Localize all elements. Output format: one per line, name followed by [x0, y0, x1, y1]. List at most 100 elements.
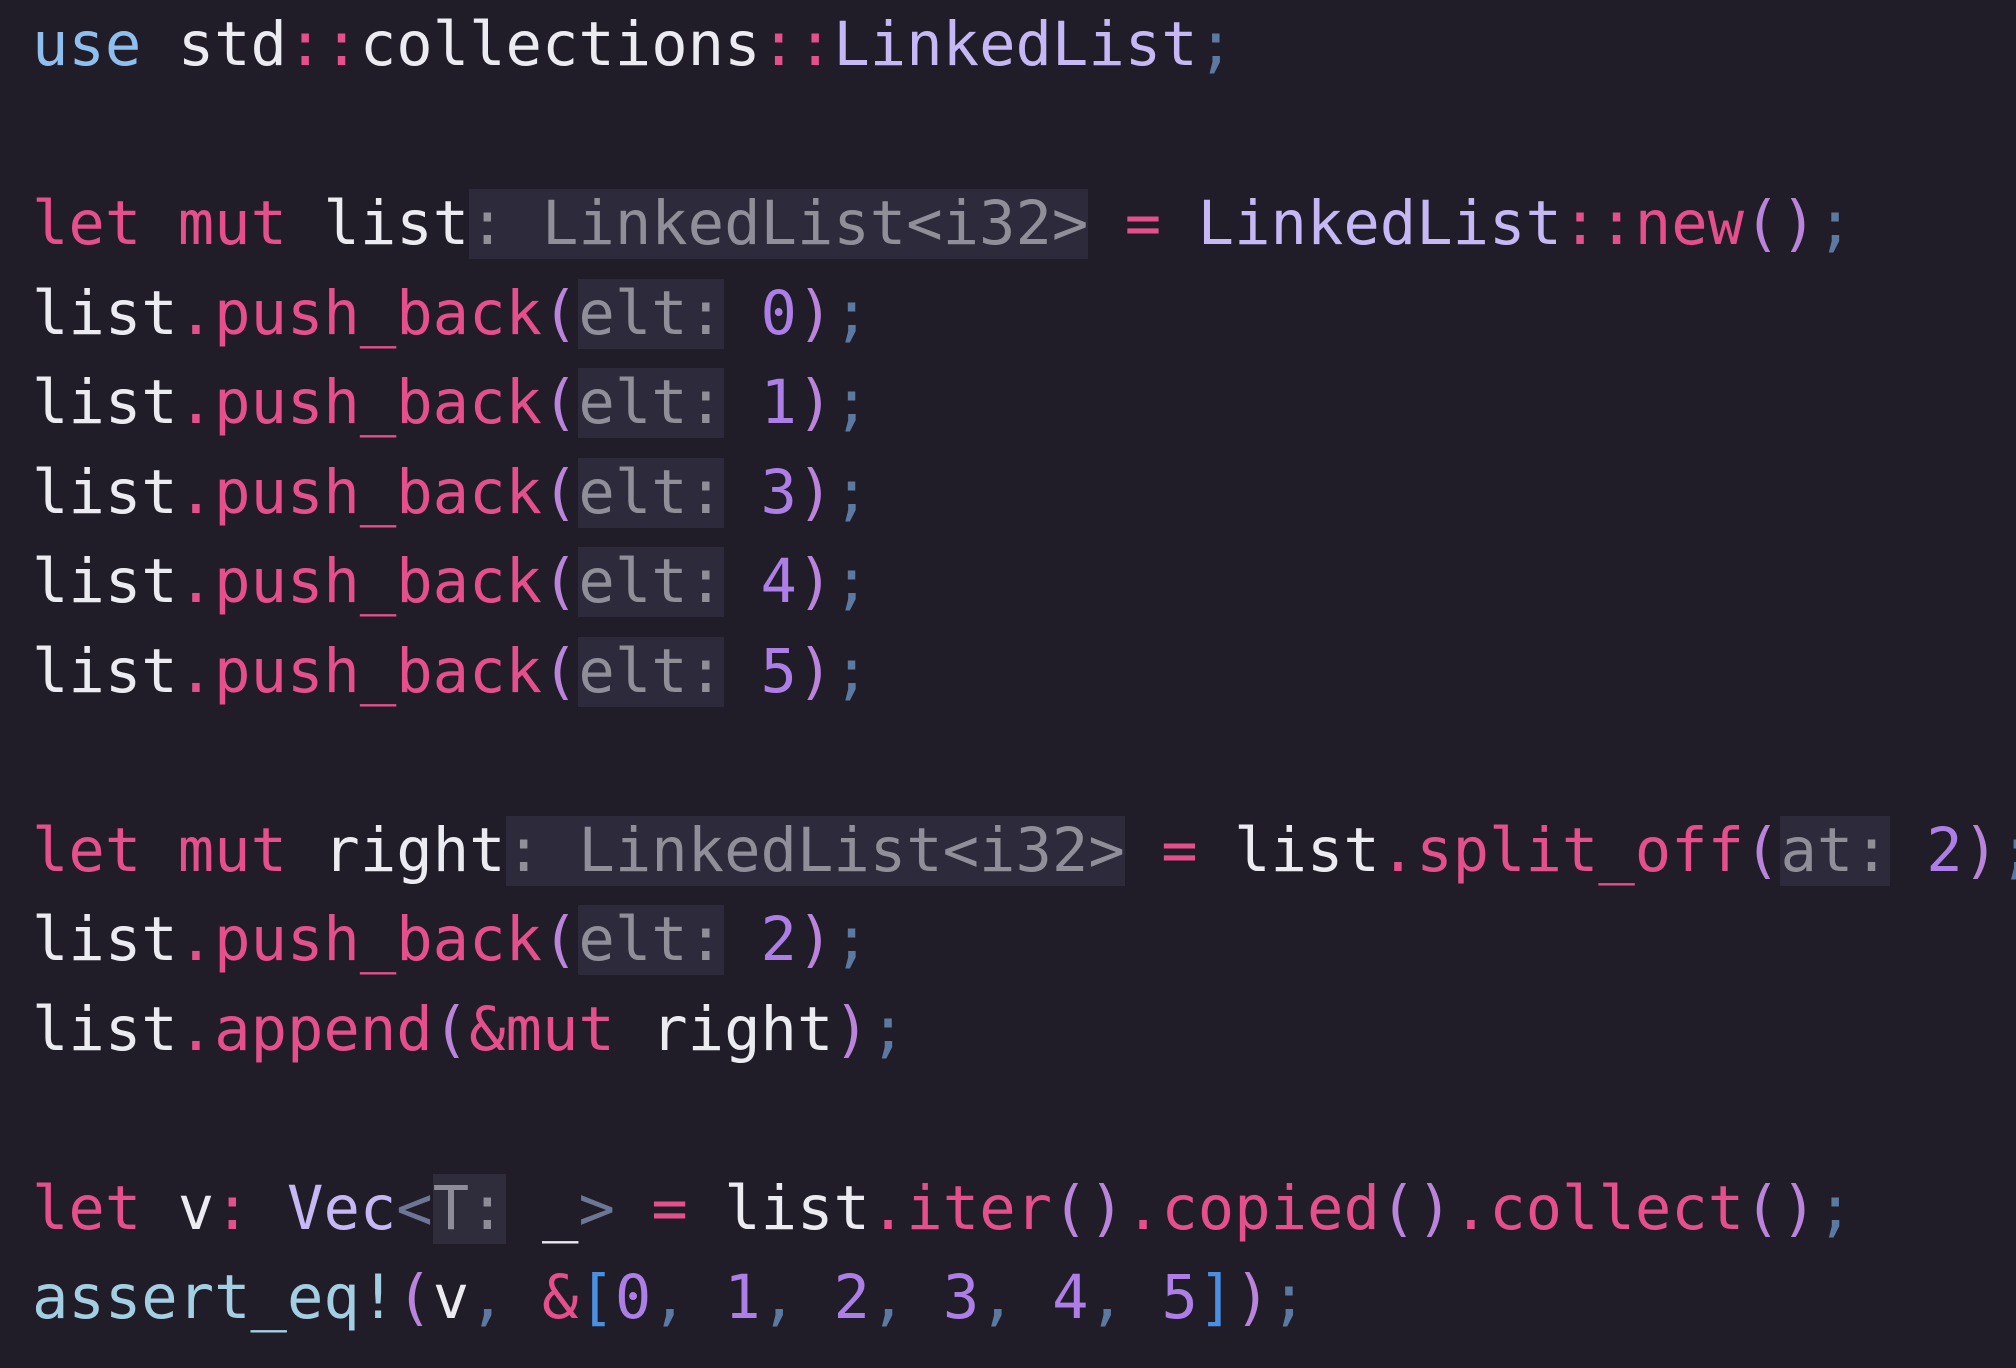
code-token: LinkedList	[1197, 189, 1562, 259]
code-token: ;	[1817, 1173, 1854, 1244]
code-token: ;	[833, 636, 870, 707]
code-token: list	[32, 457, 178, 528]
code-line[interactable]: use std::collections::LinkedList;	[32, 0, 1234, 90]
code-token: )	[796, 368, 834, 438]
code-line[interactable]: list.push_back(elt: 1);	[32, 358, 870, 448]
code-token: list	[32, 278, 178, 349]
inlay-hint: elt:	[578, 278, 725, 349]
code-line[interactable]: list.push_back(elt: 0);	[32, 269, 870, 359]
code-token: right	[614, 994, 834, 1065]
code-token: .	[177, 547, 215, 617]
code-token: mut	[177, 815, 287, 886]
code-token: &mut	[469, 994, 615, 1065]
code-token: ()	[1052, 1173, 1125, 1244]
code-editor[interactable]: use std::collections::LinkedList;let mut…	[0, 0, 2016, 1368]
code-token: =	[1124, 189, 1162, 259]
code-line[interactable]: list.append(&mut right);	[32, 985, 906, 1075]
code-token: 0	[760, 278, 797, 349]
code-token: push_back	[214, 278, 542, 349]
code-token: push_back	[214, 905, 542, 975]
code-token: >	[578, 1173, 615, 1244]
code-line[interactable]: assert_eq!(v, &[0, 1, 2, 3, 4, 5]);	[32, 1253, 1307, 1343]
code-token: ;	[833, 278, 870, 349]
code-token: append	[214, 994, 433, 1065]
code-line[interactable]: list.push_back(elt: 5);	[32, 627, 870, 717]
code-token: v	[141, 1173, 215, 1244]
code-token: ,	[651, 1263, 688, 1333]
code-token: list	[32, 636, 178, 707]
code-token: list	[32, 368, 178, 438]
code-token: .	[177, 368, 215, 438]
code-token: .	[177, 457, 215, 528]
code-line[interactable]: list.push_back(elt: 4);	[32, 537, 870, 627]
code-token: ::	[760, 10, 834, 80]
code-token: ,	[1088, 1263, 1125, 1333]
code-token: (	[541, 905, 579, 975]
code-token: (	[541, 278, 579, 349]
code-token: .	[177, 994, 215, 1065]
code-token: ;	[869, 994, 907, 1065]
code-token: 1	[724, 1263, 761, 1333]
inlay-hint: : LinkedList<i32>	[469, 189, 1089, 259]
code-token: 3	[760, 457, 797, 528]
code-line[interactable]: let v: Vec<T: _> = list.iter().copied().…	[32, 1164, 1853, 1254]
code-token: LinkedList	[833, 10, 1198, 80]
code-token: (	[541, 547, 579, 617]
code-token: collections	[359, 10, 761, 80]
code-token: )	[796, 278, 834, 349]
code-token: Vec	[287, 1173, 397, 1244]
code-token: &	[542, 1263, 579, 1333]
code-line[interactable]: let mut right: LinkedList<i32> = list.sp…	[32, 806, 2016, 896]
code-token: 4	[760, 547, 797, 617]
code-token: list	[287, 189, 470, 259]
code-token: )	[796, 636, 834, 707]
code-token: right	[287, 815, 506, 886]
code-line[interactable]: let mut list: LinkedList<i32> = LinkedLi…	[32, 179, 1853, 269]
code-token: v	[432, 1263, 470, 1333]
code-token: (	[541, 368, 579, 438]
code-token: copied	[1161, 1173, 1380, 1244]
code-token: assert_eq!	[32, 1263, 397, 1333]
code-token: )	[1234, 1263, 1271, 1333]
code-token: .	[1452, 1173, 1490, 1244]
code-token: ()	[1744, 1173, 1818, 1244]
code-token: ;	[1816, 189, 1854, 259]
code-token: 5	[760, 636, 797, 707]
code-token: .	[177, 278, 215, 349]
code-token: push_back	[214, 547, 542, 617]
code-token: .	[1124, 1173, 1162, 1244]
code-token: )	[796, 547, 834, 617]
code-token: ;	[1270, 1263, 1308, 1333]
code-token: list	[1197, 815, 1380, 886]
code-line[interactable]: list.push_back(elt: 2);	[32, 895, 870, 985]
code-token: =	[651, 1173, 688, 1244]
code-token: )	[1962, 815, 2000, 886]
code-token: 2	[760, 905, 797, 975]
code-token: )	[796, 457, 834, 528]
inlay-hint: elt:	[578, 368, 725, 438]
inlay-hint: at:	[1780, 815, 1890, 886]
code-token: <	[396, 1173, 433, 1244]
code-token: 4	[1052, 1263, 1089, 1333]
code-token: ;	[1197, 10, 1235, 80]
code-token: list	[32, 547, 178, 617]
code-token: (	[1744, 815, 1781, 886]
code-token: )	[796, 905, 834, 975]
code-token: split_off	[1416, 815, 1745, 886]
code-token: iter	[906, 1173, 1053, 1244]
code-token: (	[396, 1263, 433, 1333]
code-token: 5	[1161, 1263, 1198, 1333]
code-line[interactable]: list.push_back(elt: 3);	[32, 448, 870, 538]
